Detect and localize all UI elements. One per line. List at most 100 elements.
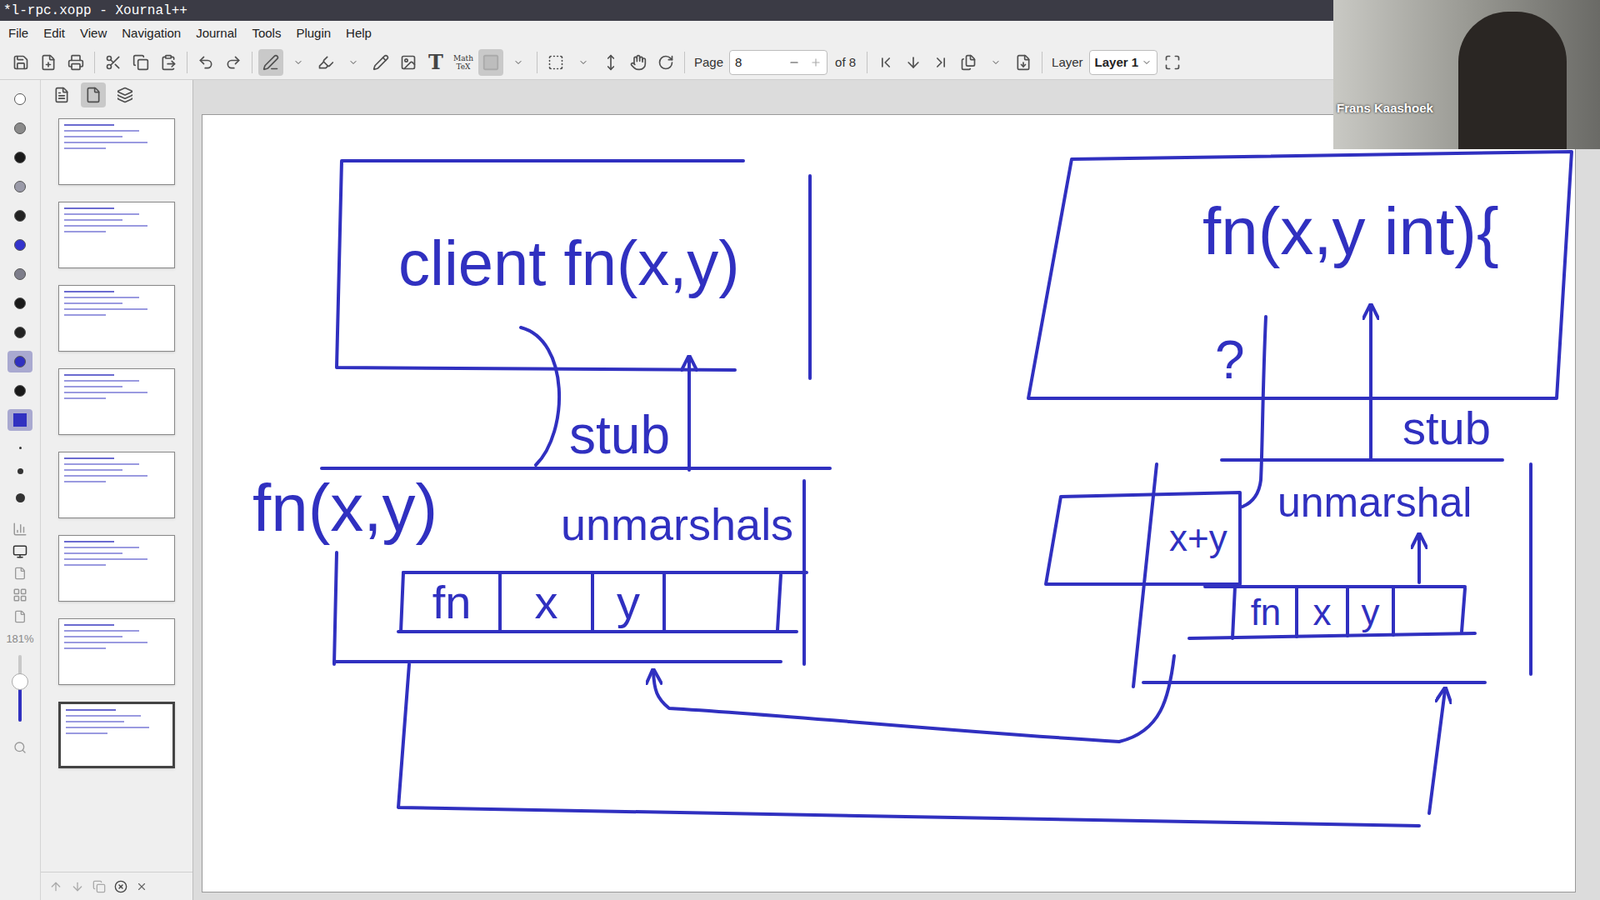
next-annotated-icon[interactable] — [900, 49, 926, 76]
canvas-area: client fn(x,y)stubfn(x,y)unmarshalsfnxyf… — [193, 80, 1600, 900]
client-stub-fn-label: fn(x,y) — [252, 475, 438, 542]
color-swatch[interactable] — [7, 321, 33, 344]
color-square[interactable] — [7, 409, 33, 431]
zoom-reading: 181% — [5, 630, 34, 648]
first-page-icon[interactable] — [873, 49, 899, 76]
workspace: 181%client fn(x,y)stubfn(x,y)unmarshalsf… — [0, 80, 1600, 900]
color-swatch[interactable] — [7, 146, 33, 169]
highlighter-dropdown-icon[interactable] — [340, 49, 366, 76]
move-up-icon[interactable] — [49, 880, 63, 894]
server-packet-cell: y — [1347, 590, 1394, 635]
print-icon[interactable] — [63, 49, 89, 76]
color-swatch[interactable] — [7, 234, 33, 256]
page-thumbnail[interactable] — [58, 368, 175, 435]
color-swatch[interactable] — [7, 350, 33, 373]
page-thumbnail[interactable] — [58, 701, 175, 769]
rotate-icon[interactable] — [653, 49, 679, 76]
color-swatch[interactable] — [7, 380, 33, 402]
size-dot[interactable] — [17, 468, 24, 475]
text-tool[interactable]: T — [423, 49, 449, 76]
last-page-icon[interactable] — [928, 49, 954, 76]
page-thumbnail[interactable] — [58, 535, 175, 602]
page-fit-icon[interactable] — [13, 566, 27, 580]
layer-select[interactable]: Layer 1 — [1089, 50, 1159, 75]
menu-item[interactable]: View — [80, 24, 107, 44]
close-icon[interactable] — [135, 880, 148, 893]
page-thumbnail[interactable] — [58, 118, 175, 185]
toolbar-separator — [251, 51, 253, 74]
page[interactable]: client fn(x,y)stubfn(x,y)unmarshalsfnxyf… — [201, 114, 1576, 893]
sidebar-tabs — [40, 80, 193, 110]
color-swatch[interactable] — [7, 175, 33, 198]
export-icon[interactable] — [1010, 49, 1036, 76]
vertical-space-icon[interactable] — [598, 49, 624, 76]
page-thumbnail[interactable] — [58, 201, 175, 269]
page-thumbnail[interactable] — [58, 285, 175, 352]
menu-item[interactable]: Tools — [251, 24, 281, 44]
select-dropdown-icon[interactable] — [570, 49, 596, 76]
math-tex-tool[interactable]: MathTeX — [450, 49, 476, 76]
page-total: of 8 — [830, 53, 861, 73]
menu-item[interactable]: File — [8, 24, 29, 44]
save-icon[interactable] — [8, 49, 34, 76]
pages-dropdown-icon[interactable] — [983, 49, 1009, 76]
pages-tab[interactable] — [80, 82, 106, 108]
server-unmarshal-label: unmarshal — [1277, 481, 1472, 524]
outline-tab[interactable] — [49, 82, 75, 108]
menu-item[interactable]: Journal — [195, 24, 237, 44]
copy-icon[interactable] — [128, 49, 154, 76]
server-packet-cell: x — [1296, 590, 1348, 635]
chart-icon[interactable] — [12, 521, 28, 537]
cut-icon[interactable] — [100, 49, 126, 76]
toolbar-separator — [866, 51, 868, 74]
menu-item[interactable]: Plugin — [295, 24, 331, 44]
zoom-slider[interactable] — [18, 655, 22, 722]
new-page-icon[interactable] — [35, 49, 61, 76]
page-thumbnail[interactable] — [58, 451, 175, 519]
toolbar-separator — [94, 51, 95, 74]
color-swatch[interactable] — [7, 292, 33, 315]
undo-icon[interactable] — [193, 49, 219, 76]
plus-icon[interactable] — [810, 56, 822, 69]
minus-icon[interactable] — [788, 56, 800, 69]
grid-icon[interactable] — [12, 587, 28, 603]
menu-item[interactable]: Edit — [43, 24, 65, 44]
pages-icon[interactable] — [955, 49, 981, 76]
tool-column: 181% — [0, 80, 41, 900]
shape-dropdown-icon[interactable] — [505, 49, 531, 76]
size-dot[interactable] — [19, 446, 22, 450]
menu-item[interactable]: Navigation — [121, 24, 181, 44]
pen-dropdown-icon[interactable] — [285, 49, 311, 76]
duplicate-icon[interactable] — [92, 880, 106, 894]
client-stub-label: stub — [569, 408, 670, 462]
color-swatch[interactable] — [7, 117, 33, 140]
shape-tool-icon[interactable] — [478, 49, 504, 76]
color-swatch[interactable] — [7, 205, 33, 227]
pen-icon[interactable] — [258, 49, 284, 76]
page-icon[interactable] — [13, 610, 27, 624]
server-signature-label: fn(x,y int){ — [1202, 198, 1500, 265]
pencil-icon[interactable] — [368, 49, 394, 76]
image-icon[interactable] — [395, 49, 421, 76]
monitor-icon[interactable] — [12, 544, 28, 560]
layer-label: Layer — [1048, 53, 1087, 73]
page-field[interactable]: 8 — [729, 50, 828, 75]
size-dot[interactable] — [15, 493, 25, 503]
color-swatch[interactable] — [7, 88, 33, 110]
zoom-fit-icon[interactable] — [13, 740, 27, 755]
paste-icon[interactable] — [155, 49, 181, 76]
color-swatch[interactable] — [7, 263, 33, 285]
fullscreen-icon[interactable] — [1160, 49, 1185, 76]
redo-icon[interactable] — [220, 49, 246, 76]
delete-icon[interactable] — [114, 880, 128, 894]
toolbar-separator — [186, 51, 188, 74]
client-call-label: client fn(x,y) — [398, 231, 740, 295]
layers-tab[interactable] — [112, 82, 138, 108]
select-rect-icon[interactable] — [543, 49, 569, 76]
menu-item[interactable]: Help — [345, 24, 372, 44]
server-result-label: x+y — [1169, 520, 1228, 557]
highlighter-icon[interactable] — [313, 49, 339, 76]
hand-icon[interactable] — [625, 49, 651, 76]
page-thumbnail[interactable] — [58, 618, 175, 685]
move-down-icon[interactable] — [70, 880, 85, 894]
